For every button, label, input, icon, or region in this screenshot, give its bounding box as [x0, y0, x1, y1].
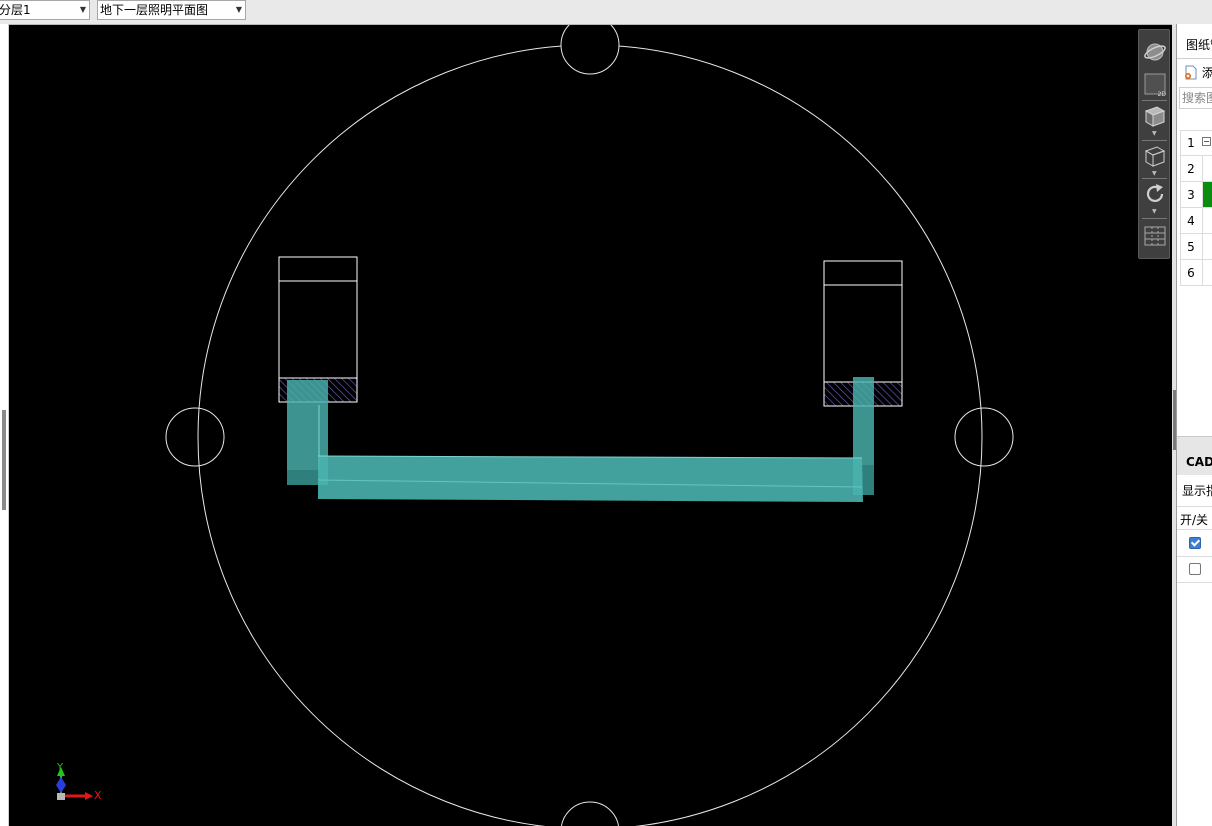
- table-row: [1177, 556, 1212, 583]
- search-placeholder: 搜索图: [1182, 91, 1212, 105]
- add-drawing-button[interactable]: 添: [1184, 64, 1212, 81]
- table-row[interactable]: 6: [1180, 260, 1212, 286]
- table-row: [1177, 530, 1212, 557]
- layer-visible-checkbox[interactable]: [1189, 537, 1201, 549]
- collapse-handle[interactable]: [2, 410, 6, 510]
- chevron-down-icon: ▼: [1152, 130, 1157, 137]
- chevron-down-icon: ▼: [1152, 208, 1157, 215]
- rotate-button[interactable]: ▼: [1142, 180, 1167, 215]
- table-row[interactable]: 2: [1180, 156, 1212, 182]
- rotate-icon: [1146, 184, 1163, 203]
- layout-button[interactable]: [1142, 222, 1167, 250]
- table-row-selected[interactable]: 3: [1180, 182, 1212, 208]
- selected-cell: [1202, 182, 1212, 207]
- iso-cube-view-icon: [1144, 106, 1165, 127]
- orbit-icon: [1143, 43, 1166, 61]
- marker-circle-left: [165, 407, 225, 467]
- add-label: 添: [1202, 66, 1212, 80]
- row-number: 1: [1187, 136, 1195, 150]
- toggle-column-header: 开/关: [1180, 513, 1209, 527]
- drawing-select-value: 地下一层照明平面图: [100, 3, 209, 17]
- row-number: 4: [1187, 214, 1195, 228]
- right-panel: 图纸管 添 搜索图 1 − 2 3 4 5 6 CAD 显示指 开/关: [1176, 24, 1212, 826]
- layer-visible-checkbox[interactable]: [1189, 563, 1201, 575]
- marker-circle-right: [954, 407, 1014, 467]
- drawing-select[interactable]: 地下一层照明平面图 ▼: [97, 0, 246, 20]
- cad-section-subtitle: 显示指: [1182, 484, 1212, 498]
- view-toolbar: 2D ▼ ▼ ▼: [1138, 29, 1170, 259]
- marker-circle-top: [560, 25, 620, 75]
- row-number: 5: [1187, 240, 1195, 254]
- row-number: 3: [1187, 188, 1195, 202]
- conduit-horizontal-run: [317, 455, 863, 502]
- table-row[interactable]: 4: [1180, 208, 1212, 234]
- layer-select-value: 分层1: [0, 3, 31, 17]
- collapse-toggle-icon[interactable]: −: [1202, 137, 1211, 146]
- left-panel-edge: [0, 24, 9, 826]
- drawing-search-input[interactable]: 搜索图: [1179, 87, 1212, 109]
- chevron-down-icon: ▼: [79, 5, 86, 14]
- table-row[interactable]: 1 −: [1180, 130, 1212, 156]
- chevron-down-icon: ▼: [1152, 170, 1157, 177]
- cad-drawing: [56, 25, 1014, 826]
- table-row[interactable]: 5: [1180, 234, 1212, 260]
- layer-select[interactable]: 分层1 ▼: [0, 0, 90, 20]
- orbit-button[interactable]: [1142, 38, 1167, 66]
- axis-y-label: Y: [57, 762, 64, 773]
- drawing-manager-tab[interactable]: 图纸管: [1186, 36, 1212, 53]
- cad-section-title: CAD: [1186, 455, 1212, 469]
- row-number: 6: [1187, 266, 1195, 280]
- wireframe-view-button[interactable]: ▼: [1142, 142, 1167, 177]
- 2d-view-button[interactable]: 2D: [1142, 70, 1167, 98]
- marker-circle-bottom: [560, 801, 620, 826]
- 2d-tag: 2D: [1157, 91, 1166, 98]
- top-toolbar: 分层1 ▼ 地下一层照明平面图 ▼: [0, 0, 1212, 25]
- wireframe-cube-icon: [1144, 146, 1165, 167]
- iso-view-button[interactable]: ▼: [1142, 102, 1167, 137]
- cad-viewport[interactable]: Y X: [9, 25, 1172, 826]
- axis-x-label: X: [94, 789, 102, 802]
- row-number: 2: [1187, 162, 1195, 176]
- grid-layout-icon: [1144, 226, 1165, 246]
- add-file-icon: [1185, 65, 1197, 80]
- chevron-down-icon: ▼: [235, 5, 242, 14]
